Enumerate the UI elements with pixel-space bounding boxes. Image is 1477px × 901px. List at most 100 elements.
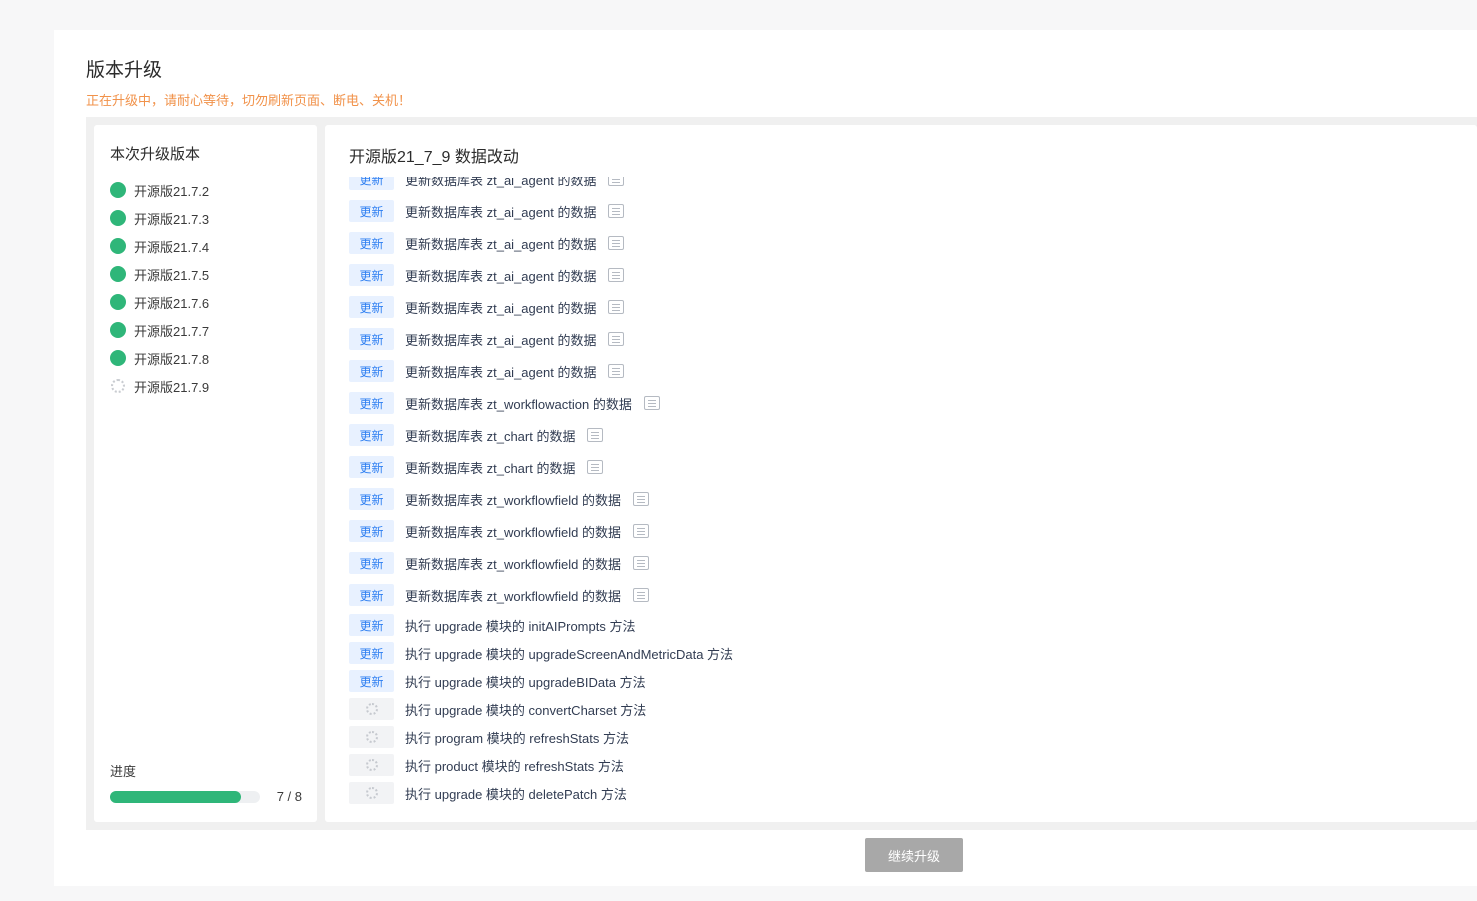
change-text: 执行 upgrade 模块的 upgradeBIData 方法	[405, 674, 646, 690]
change-text: 更新数据库表 zt_ai_agent 的数据	[405, 332, 597, 348]
change-row: 更新 更新数据库表 zt_ai_agent 的数据	[349, 227, 733, 259]
sql-detail-icon[interactable]	[608, 236, 625, 250]
update-tag: 更新	[349, 584, 394, 606]
sql-detail-icon[interactable]	[632, 524, 649, 538]
loading-icon	[365, 731, 378, 743]
progress-count: 7 / 8	[276, 789, 302, 804]
version-item: 开源版21.7.7	[110, 316, 310, 344]
progress-label: 进度	[110, 764, 137, 779]
version-list: 开源版21.7.2 开源版21.7.3 开源版21.7.4 开源版21.7.5 开源版2…	[110, 176, 310, 400]
version-item: 开源版21.7.2	[110, 176, 310, 204]
changes-panel-title: 开源版21_7_9 数据改动	[349, 149, 519, 166]
change-text: 更新数据库表 zt_chart 的数据	[405, 428, 576, 444]
change-text: 更新数据库表 zt_chart 的数据	[405, 460, 576, 476]
change-text: 执行 program 模块的 refreshStats 方法	[405, 730, 629, 746]
sql-detail-icon[interactable]	[632, 588, 649, 602]
update-tag: 更新	[349, 670, 394, 692]
change-row: 更新 执行 upgrade 模块的 upgradeBIData 方法	[349, 667, 733, 695]
upgrade-card: 版本升级 正在升级中，请耐心等待，切勿刷新页面、断电、关机！ 本次升级版本 开源…	[54, 30, 1477, 886]
content-frame: 本次升级版本 开源版21.7.2 开源版21.7.3 开源版21.7.4 开源版21.…	[86, 117, 1477, 830]
change-row: 更新 更新数据库表 zt_ai_agent 的数据	[349, 355, 733, 387]
update-tag: 更新	[349, 232, 394, 254]
change-row: 更新 更新数据库表 zt_workflowfield 的数据	[349, 579, 733, 611]
sql-detail-icon[interactable]	[587, 460, 604, 474]
check-done-icon	[110, 210, 126, 226]
update-tag: 更新	[349, 456, 394, 478]
change-text: 更新数据库表 zt_ai_agent 的数据	[405, 364, 597, 380]
change-row: 执行 upgrade 模块的 convertCharset 方法	[349, 695, 733, 723]
change-text: 更新数据库表 zt_workflowfield 的数据	[405, 588, 621, 604]
change-row: 更新 更新数据库表 zt_chart 的数据	[349, 451, 733, 483]
change-text: 执行 upgrade 模块的 convertCharset 方法	[405, 702, 647, 718]
change-row: 更新 更新数据库表 zt_chart 的数据	[349, 419, 733, 451]
check-done-icon	[110, 322, 126, 338]
change-text: 更新数据库表 zt_ai_agent 的数据	[405, 177, 597, 188]
update-tag: 更新	[349, 200, 394, 222]
upgrade-warning: 正在升级中，请耐心等待，切勿刷新页面、断电、关机！	[86, 93, 412, 108]
version-item: 开源版21.7.8	[110, 344, 310, 372]
version-panel-title: 本次升级版本	[110, 146, 201, 163]
sql-detail-icon[interactable]	[608, 177, 625, 186]
progress-bar	[110, 791, 260, 803]
sql-detail-icon[interactable]	[587, 428, 604, 442]
update-tag: 更新	[349, 296, 394, 318]
update-tag: 更新	[349, 328, 394, 350]
change-row: 执行 product 模块的 refreshStats 方法	[349, 751, 733, 779]
sql-detail-icon[interactable]	[608, 364, 625, 378]
change-row: 更新 更新数据库表 zt_workflowaction 的数据	[349, 387, 733, 419]
version-label: 开源版21.7.4	[134, 239, 210, 255]
change-row: 更新 更新数据库表 zt_ai_agent 的数据	[349, 177, 733, 195]
pending-tag	[349, 698, 394, 720]
version-item: 开源版21.7.9	[110, 372, 310, 400]
change-text: 执行 upgrade 模块的 initAIPrompts 方法	[405, 618, 636, 634]
change-row: 更新 执行 upgrade 模块的 initAIPrompts 方法	[349, 611, 733, 639]
change-row: 执行 program 模块的 refreshStats 方法	[349, 723, 733, 751]
sql-detail-icon[interactable]	[608, 300, 625, 314]
update-tag: 更新	[349, 488, 394, 510]
sql-detail-icon[interactable]	[608, 204, 625, 218]
change-text: 更新数据库表 zt_ai_agent 的数据	[405, 300, 597, 316]
sql-detail-icon[interactable]	[608, 268, 625, 282]
change-text: 更新数据库表 zt_ai_agent 的数据	[405, 204, 597, 220]
change-row: 更新 更新数据库表 zt_ai_agent 的数据	[349, 259, 733, 291]
change-row: 更新 更新数据库表 zt_workflowfield 的数据	[349, 547, 733, 579]
changes-scroll-area[interactable]: 更新 更新数据库表 zt_ai_agent 的数据 更新 更新数据库表 zt_ai_a…	[325, 177, 1477, 822]
change-row: 更新 更新数据库表 zt_ai_agent 的数据	[349, 195, 733, 227]
change-list: 更新 更新数据库表 zt_ai_agent 的数据 更新 更新数据库表 zt_ai_a…	[349, 177, 733, 807]
sql-detail-icon[interactable]	[608, 332, 625, 346]
change-row: 更新 更新数据库表 zt_ai_agent 的数据	[349, 291, 733, 323]
update-tag: 更新	[349, 614, 394, 636]
check-done-icon	[110, 238, 126, 254]
change-row: 更新 更新数据库表 zt_workflowfield 的数据	[349, 515, 733, 547]
change-row: 更新 更新数据库表 zt_ai_agent 的数据	[349, 323, 733, 355]
update-tag: 更新	[349, 392, 394, 414]
page-title: 版本升级	[86, 60, 163, 81]
update-tag: 更新	[349, 424, 394, 446]
loading-icon	[365, 759, 378, 771]
pending-tag	[349, 726, 394, 748]
change-text: 更新数据库表 zt_ai_agent 的数据	[405, 268, 597, 284]
update-tag: 更新	[349, 552, 394, 574]
update-tag: 更新	[349, 642, 394, 664]
continue-upgrade-button[interactable]: 继续升级	[865, 838, 963, 872]
changes-panel: 开源版21_7_9 数据改动 更新 更新数据库表 zt_ai_agent 的数据更…	[325, 125, 1477, 822]
sql-detail-icon[interactable]	[643, 396, 660, 410]
change-text: 更新数据库表 zt_workflowfield 的数据	[405, 556, 621, 572]
sql-detail-icon[interactable]	[632, 492, 649, 506]
change-text: 更新数据库表 zt_workflowaction 的数据	[405, 396, 632, 412]
version-item: 开源版21.7.6	[110, 288, 310, 316]
version-label: 开源版21.7.3	[134, 211, 210, 227]
loading-icon	[365, 787, 378, 799]
check-done-icon	[110, 294, 126, 310]
update-tag: 更新	[349, 264, 394, 286]
check-done-icon	[110, 266, 126, 282]
version-item: 开源版21.7.4	[110, 232, 310, 260]
version-panel: 本次升级版本 开源版21.7.2 开源版21.7.3 开源版21.7.4 开源版21.…	[94, 125, 317, 822]
check-done-icon	[110, 350, 126, 366]
version-item: 开源版21.7.5	[110, 260, 310, 288]
change-text: 执行 upgrade 模块的 upgradeScreenAndMetricDat…	[405, 646, 734, 662]
sql-detail-icon[interactable]	[632, 556, 649, 570]
version-item: 开源版21.7.3	[110, 204, 310, 232]
change-row: 执行 upgrade 模块的 deletePatch 方法	[349, 779, 733, 807]
version-label: 开源版21.7.7	[134, 323, 210, 339]
